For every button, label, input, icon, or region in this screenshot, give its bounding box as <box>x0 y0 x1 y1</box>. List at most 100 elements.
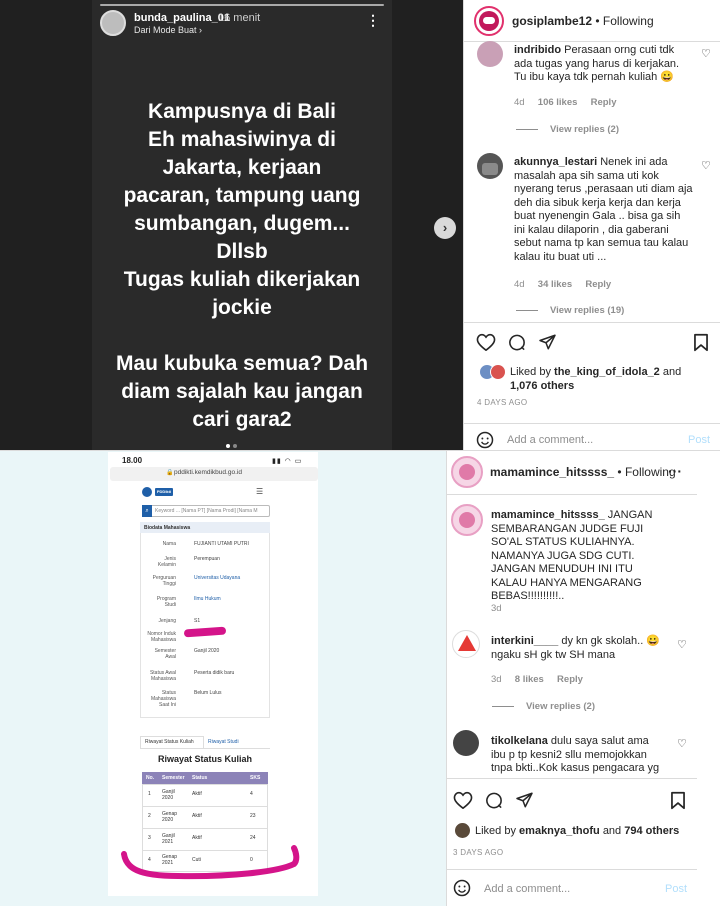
post-comment-button[interactable]: Post <box>665 883 687 895</box>
comment-username[interactable]: interkini____ <box>491 635 558 647</box>
lock-icon: 🔒 <box>166 470 174 476</box>
share-icon[interactable] <box>538 333 557 351</box>
caption-age: 3d <box>491 603 502 614</box>
table-cell: 1 <box>148 791 151 797</box>
like-comment-icon[interactable]: ♡ <box>701 47 711 60</box>
reply-button[interactable]: Reply <box>557 674 583 685</box>
view-replies-button[interactable]: View replies (19) <box>516 305 624 316</box>
liked-by-user[interactable]: the_king_of_idola_2 <box>554 366 660 378</box>
chevron-right-icon: › <box>199 25 203 35</box>
more-vertical-icon[interactable]: ⋮ <box>366 12 380 29</box>
comment: akunnya_lestari Nenek ini ada masalah ap… <box>514 156 694 264</box>
liked-by-and: and <box>662 366 682 378</box>
heart-icon[interactable] <box>476 333 496 351</box>
share-icon[interactable] <box>515 791 534 809</box>
comment-icon[interactable] <box>507 333 527 352</box>
reply-button[interactable]: Reply <box>591 97 617 108</box>
like-comment-icon[interactable]: ♡ <box>677 737 687 750</box>
search-icon[interactable]: ⌕ <box>142 505 152 517</box>
table-cell: Aktif <box>192 813 202 819</box>
field-value[interactable]: Ilmu Hukum <box>194 596 221 602</box>
caption-avatar[interactable] <box>451 504 483 536</box>
liked-by: Liked by emaknya_thofu and 794 others <box>475 825 679 837</box>
post-comment-button[interactable]: Post <box>688 434 710 446</box>
emoji-icon[interactable] <box>476 431 494 449</box>
like-comment-icon[interactable]: ♡ <box>701 159 711 172</box>
field-value[interactable]: Universitas Udayana <box>194 575 240 581</box>
divider <box>0 450 720 451</box>
hamburger-menu-icon[interactable]: ☰ <box>256 487 263 496</box>
table-cell: 4 <box>250 791 253 797</box>
table-header-cell: Semester <box>162 775 185 781</box>
bookmark-icon[interactable] <box>670 791 686 810</box>
liked-by-user[interactable]: emaknya_thofu <box>519 825 600 837</box>
comment: interkini____ dy kn gk skolah.. 😀 ngaku … <box>491 635 661 662</box>
commenter-avatar[interactable] <box>477 41 503 67</box>
comment: tikolkelana dulu saya salut ama ibu p tp… <box>491 735 661 775</box>
liked-by-prefix: Liked by <box>475 825 516 837</box>
field-value: Ganjil 2020 <box>194 648 220 654</box>
divider <box>463 0 464 450</box>
caption: mamamince_hitssss_ JANGAN SEMBARANGAN JU… <box>491 509 666 604</box>
comment-likes[interactable]: 106 likes <box>538 97 578 108</box>
story-progress-bar <box>100 4 384 6</box>
view-replies-label: View replies (2) <box>550 124 619 135</box>
table-cell: Aktif <box>192 835 202 841</box>
like-comment-icon[interactable]: ♡ <box>677 638 687 651</box>
table-title: Riwayat Status Kuliah <box>157 754 253 764</box>
story-dot <box>233 444 237 448</box>
post2-header: mamamince_hitssss_ • Following <box>490 465 676 479</box>
comment-username[interactable]: akunnya_lestari <box>514 156 597 168</box>
view-replies-button[interactable]: View replies (2) <box>516 124 619 135</box>
comment-meta: 3d 8 likes Reply <box>491 674 583 685</box>
add-comment-input[interactable]: Add a comment... <box>484 883 570 895</box>
field-value: Belum Lulus <box>194 690 222 696</box>
comment-username[interactable]: tikolkelana <box>491 735 548 747</box>
comment-age: 4d <box>514 279 525 290</box>
commenter-avatar[interactable] <box>453 730 479 756</box>
emoji-icon[interactable] <box>453 879 471 897</box>
post1-username[interactable]: gosiplambe12 <box>512 14 592 28</box>
post2-avatar[interactable] <box>451 456 483 488</box>
post2-username[interactable]: mamamince_hitssss_ <box>490 465 614 479</box>
comment-icon[interactable] <box>484 791 504 810</box>
liked-by-others[interactable]: 794 others <box>624 825 679 837</box>
table-cell: Aktif <box>192 791 202 797</box>
view-replies-label: View replies (19) <box>550 305 625 316</box>
caption-username[interactable]: mamamince_hitssss_ <box>491 509 605 521</box>
liked-by-others[interactable]: 1,076 others <box>510 380 574 392</box>
caption-text: JANGAN SEMBARANGAN JUDGE FUJI SO'AL STAT… <box>491 509 653 602</box>
heart-icon[interactable] <box>453 791 473 809</box>
divider <box>463 41 720 42</box>
add-comment-input[interactable]: Add a comment... <box>507 434 593 446</box>
reply-button[interactable]: Reply <box>585 279 611 290</box>
following-button[interactable]: Following <box>603 14 654 28</box>
divider <box>446 450 447 906</box>
more-options-icon[interactable]: ··· <box>668 463 682 479</box>
story-avatar[interactable] <box>100 10 126 36</box>
comment-likes[interactable]: 34 likes <box>538 279 572 290</box>
field-value: Peserta didik baru <box>194 670 235 676</box>
commenter-avatar[interactable] <box>452 630 480 658</box>
view-replies-button[interactable]: View replies (2) <box>492 701 595 712</box>
field-label: Nomor Induk Mahasiswa <box>147 631 176 643</box>
comment-likes[interactable]: 8 likes <box>515 674 544 685</box>
field-value: S1 <box>194 618 201 624</box>
story-subtitle[interactable]: Dari Mode Buat › <box>134 25 202 35</box>
comment-username[interactable]: indribido <box>514 44 561 56</box>
divider <box>463 322 720 323</box>
post1-avatar[interactable] <box>474 6 504 36</box>
divider <box>447 869 697 870</box>
table-header-cell: No. <box>146 775 155 781</box>
field-label: Perguruan Tinggi <box>152 575 176 587</box>
tab-riwayat-studi[interactable]: Riwayat Studi <box>208 739 239 745</box>
next-story-button[interactable]: › <box>434 217 456 239</box>
liked-by: Liked by the_king_of_idola_2 and 1,076 o… <box>510 365 710 393</box>
bookmark-icon[interactable] <box>693 333 709 352</box>
story-username[interactable]: bunda_paulina_01 <box>134 12 230 24</box>
comment-meta: 4d 34 likes Reply <box>514 279 611 290</box>
field-label: Jenjang <box>158 618 176 624</box>
view-replies-line <box>492 705 514 707</box>
comment-text: Nenek ini ada masalah apa sih sama uti k… <box>514 156 693 263</box>
commenter-avatar[interactable] <box>477 153 503 179</box>
